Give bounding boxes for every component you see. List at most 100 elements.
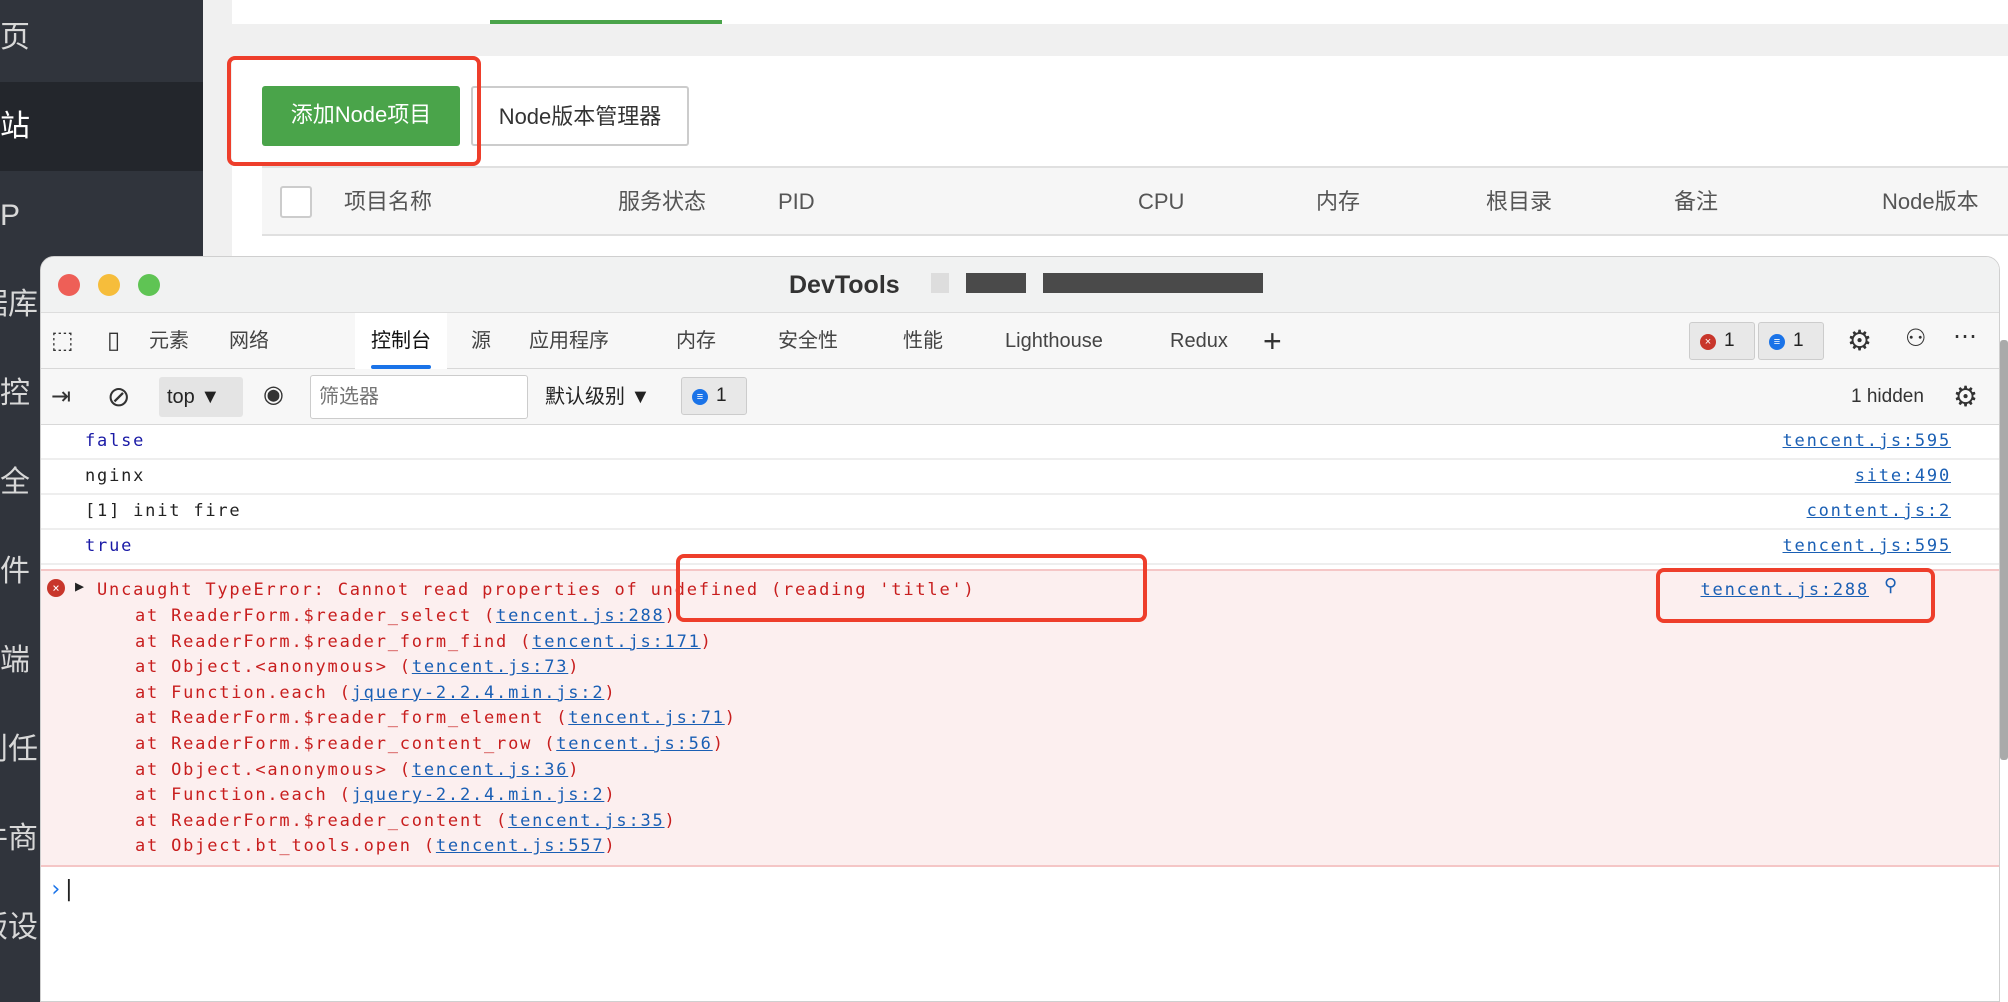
stack-frame: at Object.bt_tools.open (tencent.js:557) — [135, 836, 617, 857]
context-select[interactable]: top ▼ — [159, 377, 243, 417]
tab-8[interactable]: Lighthouse — [1005, 313, 1103, 369]
title-bar: DevTools — [41, 257, 1999, 313]
column-header[interactable]: 根目录 — [1486, 168, 1552, 236]
annotation-box — [676, 554, 1147, 622]
sidebar-toggle-icon[interactable]: ⇥ — [51, 385, 71, 409]
log-row: nginx site:490 — [41, 460, 1999, 495]
annotation-box — [227, 56, 481, 166]
column-header[interactable]: Node版本 — [1882, 168, 1979, 236]
sidebar-item[interactable]: P — [0, 171, 203, 260]
log-message: nginx — [85, 466, 146, 486]
stack-frame: at Object.<anonymous> (tencent.js:73) — [135, 657, 581, 678]
log-message: true — [85, 536, 134, 556]
close-button[interactable] — [58, 274, 80, 296]
log-message: [1] init fire — [85, 501, 242, 521]
panel-tabs: ⬚ ▯ + × 1 ≡ 1 ⚙ ⚇ ⋯ 元素 网络 控制台源应用程序 内存 安全性 性能 Lig… — [41, 313, 1999, 369]
level-value: 默认级别 — [545, 386, 625, 408]
stack-function: at Object.<anonymous> — [135, 759, 388, 780]
column-header[interactable]: 项目名称 — [344, 168, 432, 236]
log-source-link[interactable]: tencent.js:595 — [1783, 530, 1952, 563]
stack-frame: at ReaderForm.$reader_form_find (tencent… — [135, 631, 713, 652]
stack-location-link[interactable]: jquery-2.2.4.min.js:2 — [352, 683, 605, 703]
log-source-link[interactable]: site:490 — [1855, 460, 1951, 493]
select-all-checkbox[interactable] — [280, 186, 312, 218]
log-row: [1] init fire content.js:2 — [41, 495, 1999, 530]
filter-input[interactable] — [310, 375, 528, 419]
log-level-select[interactable]: 默认级别 ▼ — [545, 369, 650, 425]
tab-0[interactable]: 元素 — [149, 313, 189, 369]
stack-frame: at Function.each (jquery-2.2.4.min.js:2) — [135, 785, 617, 806]
error-icon: × — [47, 579, 65, 597]
column-header[interactable]: 内存 — [1316, 168, 1360, 236]
error-count-badge[interactable]: × 1 — [1689, 322, 1755, 360]
prompt-caret: › — [49, 877, 63, 902]
column-header[interactable]: CPU — [1138, 168, 1184, 236]
stack-location-link[interactable]: tencent.js:71 — [568, 708, 724, 728]
log-message: false — [85, 431, 146, 451]
stack-location-link[interactable]: tencent.js:35 — [508, 811, 664, 831]
stack-frame: at ReaderForm.$reader_form_element (tenc… — [135, 708, 737, 729]
column-header[interactable]: PID — [778, 168, 815, 236]
context-value: top — [167, 386, 195, 408]
clear-console-icon[interactable]: ⊘ — [107, 383, 130, 411]
stack-function: at Function.each — [135, 682, 328, 703]
node-version-manager-button[interactable]: Node版本管理器 — [471, 86, 689, 146]
stack-function: at ReaderForm.$reader_select — [135, 606, 472, 626]
stack-location-link[interactable]: tencent.js:557 — [436, 836, 605, 856]
stack-location-link[interactable]: tencent.js:288 — [496, 606, 665, 626]
column-header[interactable]: 备注 — [1674, 168, 1718, 236]
error-count: 1 — [1724, 330, 1735, 351]
console-toolbar: ⇥ ⊘ top ▼ ◉ 默认级别 ▼ ≡1 1 hidden ⚙ — [41, 369, 1999, 425]
sidebar-item[interactable]: 站 — [0, 82, 203, 171]
stack-frame: at Object.<anonymous> (tencent.js:36) — [135, 759, 581, 780]
minimize-button[interactable] — [98, 274, 120, 296]
tab-9[interactable]: Redux — [1170, 313, 1228, 369]
stack-location-link[interactable]: tencent.js:171 — [532, 632, 701, 652]
stack-function: at Object.<anonymous> — [135, 657, 388, 678]
info-filter-count: 1 — [716, 385, 727, 406]
sidebar-item[interactable]: 页 — [0, 0, 203, 82]
expand-triangle-icon[interactable]: ▶ — [75, 577, 86, 595]
live-expression-eye-icon[interactable]: ◉ — [263, 383, 284, 407]
more-options-icon[interactable]: ⋯ — [1953, 325, 1977, 349]
stack-function: at ReaderForm.$reader_form_element — [135, 708, 545, 729]
table-header: 项目名称 服务状态 PID CPU 内存 根目录 备注 Node版本 — [262, 166, 2008, 236]
log-source-link[interactable]: tencent.js:595 — [1783, 425, 1952, 458]
log-source-link[interactable]: content.js:2 — [1807, 495, 1951, 528]
window-title: DevTools — [789, 271, 900, 299]
customize-icon[interactable]: ⚇ — [1905, 327, 1927, 351]
tab-6[interactable]: 安全性 — [778, 313, 838, 369]
tab-1[interactable]: 网络 — [229, 313, 269, 369]
column-header[interactable]: 服务状态 — [618, 168, 706, 236]
hidden-count: 1 hidden — [1851, 386, 1924, 407]
stack-location-link[interactable]: tencent.js:56 — [556, 734, 712, 754]
stack-location-link[interactable]: tencent.js:73 — [412, 657, 568, 677]
tab-5[interactable]: 内存 — [676, 313, 716, 369]
devtools-window: DevTools ⬚ ▯ + × 1 ≡ 1 ⚙ ⚇ ⋯ 元素 网络 控制台源应用程序内… — [40, 256, 2000, 1002]
annotation-box — [1656, 568, 1935, 623]
info-count-badge[interactable]: ≡ 1 — [1758, 322, 1824, 360]
scrollbar[interactable] — [2000, 340, 2008, 760]
stack-frame: at ReaderForm.$reader_content_row (tence… — [135, 734, 725, 754]
stack-function: at ReaderForm.$reader_content — [135, 810, 485, 831]
device-toolbar-icon[interactable]: ▯ — [107, 329, 120, 353]
stack-function: at Object.bt_tools.open — [135, 836, 412, 857]
tab-7[interactable]: 性能 — [903, 313, 943, 369]
redacted-text — [931, 273, 949, 293]
maximize-button[interactable] — [138, 274, 160, 296]
active-tab-indicator — [490, 20, 722, 24]
stack-frame: at Function.each (jquery-2.2.4.min.js:2) — [135, 682, 617, 703]
tab-3[interactable]: 源 — [471, 313, 491, 369]
info-filter-badge[interactable]: ≡ 1 — [681, 377, 747, 415]
inspect-element-icon[interactable]: ⬚ — [51, 329, 74, 353]
stack-location-link[interactable]: tencent.js:36 — [412, 760, 568, 780]
stack-function: at ReaderForm.$reader_content_row — [135, 734, 533, 754]
console-prompt[interactable]: ›| — [49, 877, 76, 902]
add-tab-icon[interactable]: + — [1263, 325, 1282, 357]
tab-4[interactable]: 应用程序 — [529, 313, 609, 369]
settings-gear-icon[interactable]: ⚙ — [1847, 327, 1872, 355]
console-settings-gear-icon[interactable]: ⚙ — [1953, 383, 1978, 411]
info-count: 1 — [1793, 330, 1804, 351]
tab-2[interactable]: 控制台 — [355, 313, 447, 369]
stack-location-link[interactable]: jquery-2.2.4.min.js:2 — [352, 785, 605, 805]
